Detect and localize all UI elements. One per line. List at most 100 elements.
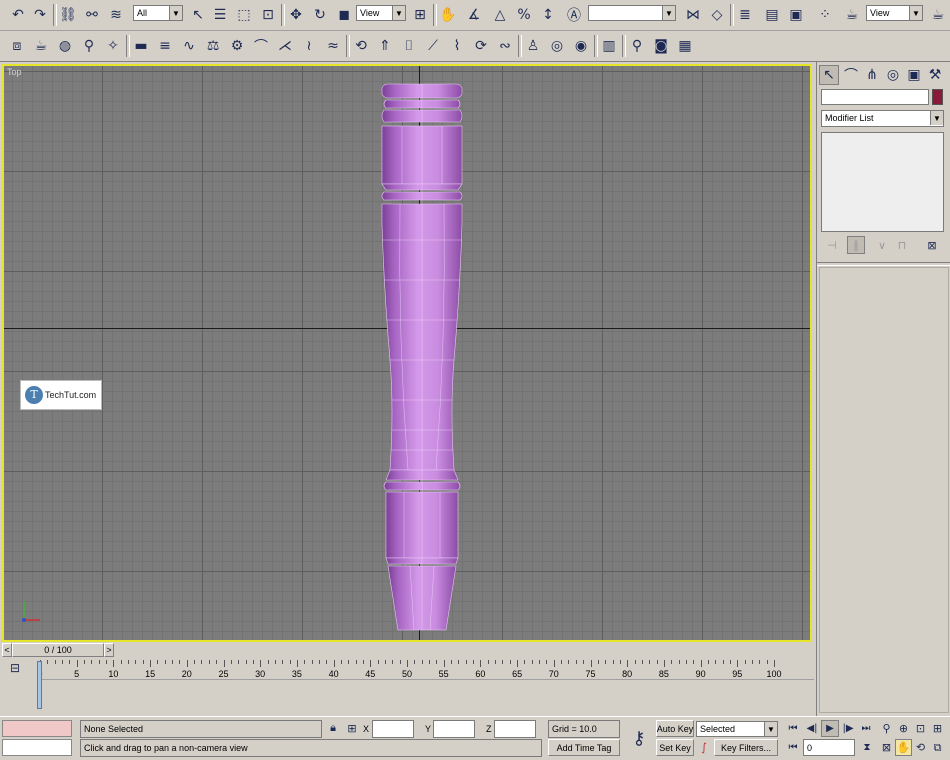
- particle-icon[interactable]: ✧: [103, 36, 123, 56]
- layer-manager-icon[interactable]: ≣: [735, 5, 755, 25]
- tape-icon[interactable]: ⚖: [203, 36, 223, 56]
- time-slider-prev-button[interactable]: <: [2, 643, 12, 657]
- show-end-result-icon[interactable]: ∥: [847, 236, 865, 254]
- tab-modify-icon[interactable]: ⌒: [841, 65, 861, 85]
- torso-icon[interactable]: ♙: [523, 36, 543, 56]
- tab-display-icon[interactable]: ▣: [904, 65, 924, 85]
- x-coordinate-field[interactable]: [372, 720, 414, 738]
- select-and-scale-icon[interactable]: ◼: [334, 5, 354, 25]
- named-selection-set-dropdown[interactable]: ▼: [588, 5, 676, 21]
- make-unique-icon[interactable]: ∨: [873, 236, 891, 254]
- cylinder-icon[interactable]: ⌷: [399, 36, 419, 56]
- render-scene-icon[interactable]: ☕: [842, 5, 862, 25]
- tab-utilities-icon[interactable]: ⚒: [925, 65, 945, 85]
- path-icon[interactable]: ⌇: [447, 36, 467, 56]
- notes-icon[interactable]: ▥: [599, 36, 619, 56]
- time-slider-bar[interactable]: < 0 / 100 >: [0, 643, 814, 657]
- edit-named-selection-icon[interactable]: Ⓐ: [564, 5, 584, 25]
- play-icon[interactable]: ▶: [821, 720, 839, 737]
- auto-key-button[interactable]: Auto Key: [656, 720, 694, 737]
- time-slider-thumb[interactable]: 0 / 100: [12, 643, 104, 657]
- sphere-icon[interactable]: ◍: [55, 36, 75, 56]
- pivot-center-icon[interactable]: ⊞: [410, 5, 430, 25]
- wave-icon[interactable]: ≈: [323, 36, 343, 56]
- object-name-field[interactable]: [821, 89, 929, 105]
- tab-motion-icon[interactable]: ◎: [883, 65, 903, 85]
- loft-icon[interactable]: ⟋: [423, 36, 443, 56]
- go-to-start-icon[interactable]: ⏮: [784, 720, 802, 737]
- time-slider-next-button[interactable]: >: [104, 643, 114, 657]
- key-filters-button[interactable]: Key Filters...: [714, 739, 778, 756]
- key-mode-dropdown[interactable]: Selected ▼: [696, 721, 778, 737]
- y-coordinate-field[interactable]: [433, 720, 475, 738]
- key-icon[interactable]: ⚷: [626, 725, 652, 751]
- schematic-view-icon[interactable]: ▣: [786, 5, 806, 25]
- undo-icon[interactable]: ↶: [8, 5, 28, 25]
- film-icon[interactable]: ▦: [675, 36, 695, 56]
- tab-hierarchy-icon[interactable]: ⋔: [862, 65, 882, 85]
- zoom-extents-all-icon[interactable]: ⊞: [929, 720, 946, 737]
- stack-icon[interactable]: ≡: [155, 36, 175, 56]
- taper-icon[interactable]: ⋌: [275, 36, 295, 56]
- bind-to-space-warp-icon[interactable]: ≋: [106, 5, 126, 25]
- twist-icon[interactable]: ≀: [299, 36, 319, 56]
- zoom-all-icon[interactable]: ⊕: [895, 720, 912, 737]
- mirror-icon[interactable]: ⋈: [683, 5, 703, 25]
- field-of-view-icon[interactable]: ⊠: [878, 739, 895, 756]
- object-color-swatch[interactable]: [932, 89, 943, 105]
- modifier-list-dropdown[interactable]: Modifier List ▼: [821, 110, 944, 127]
- display-mode-dropdown[interactable]: View ▼: [866, 5, 923, 21]
- box-icon[interactable]: ⧈: [7, 36, 27, 56]
- angle-snap-icon[interactable]: △: [490, 5, 510, 25]
- light-icon[interactable]: ⚲: [79, 36, 99, 56]
- select-object-icon[interactable]: ↖: [188, 5, 208, 25]
- viewport-label[interactable]: Top: [7, 67, 22, 77]
- key-mode-toggle-icon[interactable]: ⏮: [784, 739, 802, 756]
- zoom-region-icon[interactable]: ⚲: [627, 36, 647, 56]
- maximize-viewport-icon[interactable]: ⧉: [929, 739, 946, 756]
- z-coordinate-field[interactable]: [494, 720, 536, 738]
- gear-icon[interactable]: ⚙: [227, 36, 247, 56]
- time-configuration-icon[interactable]: ⧗: [859, 739, 875, 756]
- zoom-extents-icon[interactable]: ⊡: [912, 720, 929, 737]
- bend-icon[interactable]: ⌒: [251, 36, 271, 56]
- configure-modifier-sets-icon[interactable]: ⊠: [923, 236, 941, 254]
- select-and-link-icon[interactable]: ⛓: [58, 5, 78, 25]
- pan-view-icon[interactable]: ✋: [895, 739, 912, 756]
- maxscript-output-mini[interactable]: [2, 739, 72, 756]
- default-in-out-tangent-icon[interactable]: ∫: [696, 739, 712, 756]
- arc-rotate-icon[interactable]: ⟲: [912, 739, 929, 756]
- table-leg-model[interactable]: [374, 80, 470, 632]
- tab-create-icon[interactable]: ↖: [819, 65, 839, 85]
- percent-snap-icon[interactable]: %: [514, 5, 534, 25]
- plane-icon[interactable]: ▬: [131, 36, 151, 56]
- maxscript-listener-mini[interactable]: [2, 720, 72, 737]
- reference-coordinate-dropdown[interactable]: View ▼: [356, 5, 406, 21]
- material-editor-icon[interactable]: ⁘: [815, 5, 835, 25]
- snap-toggle-icon[interactable]: ∡: [464, 5, 484, 25]
- set-key-button[interactable]: Set Key: [656, 739, 694, 756]
- previous-frame-icon[interactable]: ◀|: [803, 720, 821, 737]
- skin-icon[interactable]: ◎: [547, 36, 567, 56]
- remove-modifier-icon[interactable]: ⊓: [893, 236, 911, 254]
- curve-editor-icon[interactable]: ▤: [762, 5, 782, 25]
- absolute-mode-transform-icon[interactable]: ⊞: [344, 720, 360, 736]
- modifier-stack-list[interactable]: [821, 132, 944, 232]
- window-crossing-icon[interactable]: ⊡: [258, 5, 278, 25]
- go-to-end-icon[interactable]: ⏭: [857, 720, 875, 737]
- next-frame-icon[interactable]: |▶: [839, 720, 857, 737]
- zoom-icon[interactable]: ⚲: [878, 720, 895, 737]
- align-icon[interactable]: ◇: [707, 5, 727, 25]
- spin-icon[interactable]: ⟳: [471, 36, 491, 56]
- select-by-name-icon[interactable]: ☰: [210, 5, 230, 25]
- quick-render-icon[interactable]: ☕: [928, 5, 948, 25]
- add-time-tag-button[interactable]: Add Time Tag: [548, 739, 620, 756]
- pin-stack-icon[interactable]: ⊣: [823, 236, 841, 254]
- track-bar-keys-area[interactable]: [38, 679, 814, 710]
- select-and-rotate-icon[interactable]: ↻: [310, 5, 330, 25]
- rectangular-selection-icon[interactable]: ⬚: [234, 5, 254, 25]
- noise-icon[interactable]: ∾: [495, 36, 515, 56]
- lock-selection-icon[interactable]: 🔒︎: [326, 720, 340, 736]
- helix-icon[interactable]: ∿: [179, 36, 199, 56]
- teapot-icon[interactable]: ☕: [31, 36, 51, 56]
